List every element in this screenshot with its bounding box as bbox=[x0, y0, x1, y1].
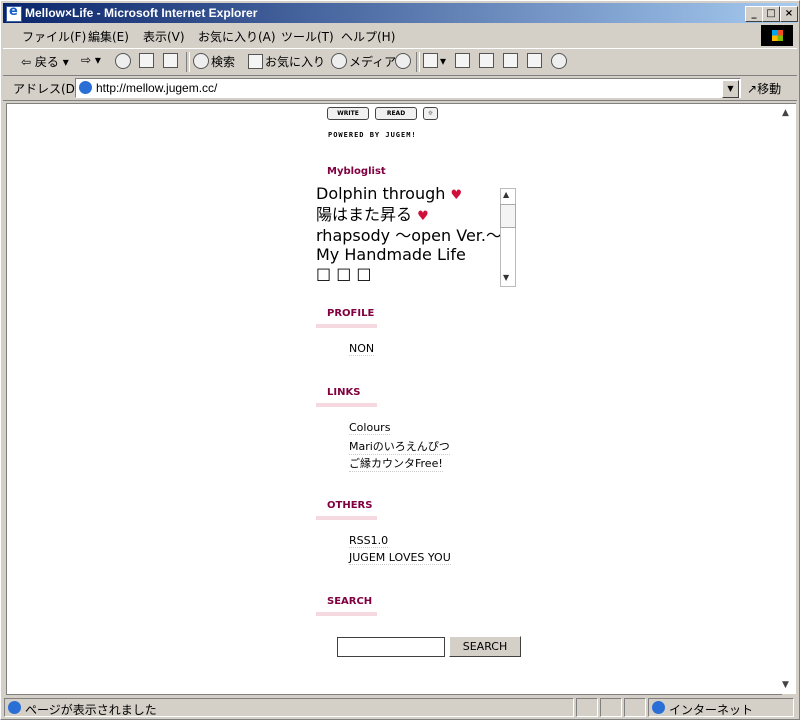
list-item[interactable]: □ □ □ bbox=[316, 264, 516, 283]
list-item[interactable]: My Handmade Life bbox=[316, 245, 516, 264]
menu-edit[interactable]: 編集(E) bbox=[88, 28, 129, 45]
link-mari[interactable]: Mariのいろえんぴつ bbox=[349, 438, 450, 455]
discuss-icon bbox=[503, 53, 518, 68]
read-button[interactable]: READ bbox=[375, 107, 417, 120]
go-arrow-icon: ↗ bbox=[747, 82, 758, 96]
menu-favorites[interactable]: お気に入り(A) bbox=[198, 28, 276, 45]
link-rss[interactable]: RSS1.0 bbox=[349, 534, 389, 548]
heading-underline bbox=[316, 612, 377, 616]
toolbar: ⇦ 戻る ▾ ⇨ ▾ 検索 お気に入り メディア ▾ bbox=[3, 48, 797, 76]
list-item[interactable]: rhapsody ～open Ver.～ bbox=[316, 226, 516, 245]
address-label: アドレス(D) bbox=[13, 82, 80, 96]
menu-tools[interactable]: ツール(T) bbox=[281, 28, 334, 45]
write-button[interactable]: WRITE bbox=[327, 107, 369, 120]
menu-view[interactable]: 表示(V) bbox=[143, 28, 185, 45]
windows-logo-icon bbox=[761, 25, 793, 46]
list-item[interactable]: 陽はまた昇る ♥ bbox=[316, 205, 516, 226]
powered-by: POWERED BY JUGEM! bbox=[328, 131, 417, 139]
heading-underline bbox=[316, 324, 377, 328]
print-icon bbox=[455, 53, 470, 68]
address-url: http://mellow.jugem.cc/ bbox=[96, 81, 218, 95]
page-scrollbar[interactable]: ▲ ▼ bbox=[780, 103, 796, 694]
list-item[interactable]: Dolphin through ♥ bbox=[316, 184, 516, 205]
search-input[interactable] bbox=[337, 637, 445, 657]
discuss-button[interactable] bbox=[503, 53, 520, 68]
menu-bar: ファイル(F) 編集(E) 表示(V) お気に入り(A) ツール(T) ヘルプ(… bbox=[3, 25, 797, 46]
back-button[interactable]: ⇦ 戻る ▾ bbox=[21, 53, 69, 70]
search-icon bbox=[193, 53, 209, 69]
browser-window: Mellow×Life - Microsoft Internet Explore… bbox=[0, 0, 800, 720]
media-icon bbox=[331, 53, 347, 69]
history-icon bbox=[395, 53, 411, 69]
heading-underline bbox=[316, 516, 377, 520]
history-button[interactable] bbox=[395, 53, 413, 69]
title-bar: Mellow×Life - Microsoft Internet Explore… bbox=[3, 3, 798, 23]
refresh-button[interactable] bbox=[139, 53, 156, 68]
links-heading: LINKS bbox=[327, 387, 361, 398]
scroll-down-icon[interactable]: ▼ bbox=[503, 273, 509, 282]
close-button[interactable]: × bbox=[780, 6, 798, 22]
edit-icon bbox=[479, 53, 494, 68]
forward-button[interactable]: ⇨ ▾ bbox=[81, 53, 101, 67]
mybloglist-box: Dolphin through ♥ 陽はまた昇る ♥ rhapsody ～ope… bbox=[316, 184, 516, 286]
page-done-icon bbox=[8, 701, 21, 714]
search-submit-button[interactable]: SEARCH bbox=[449, 636, 521, 657]
link-counter[interactable]: ご縁カウンタFree! bbox=[349, 455, 443, 472]
menu-help[interactable]: ヘルプ(H) bbox=[341, 28, 395, 45]
stop-button[interactable] bbox=[115, 53, 133, 69]
page-icon bbox=[79, 81, 92, 94]
maximize-button[interactable]: □ bbox=[762, 6, 780, 22]
heading-underline bbox=[316, 403, 377, 407]
profile-name: NON bbox=[349, 342, 375, 356]
messenger-icon bbox=[551, 53, 567, 69]
zone-pane: インターネット bbox=[648, 698, 794, 717]
forward-arrow-icon: ⇨ bbox=[81, 53, 92, 67]
mail-button[interactable]: ▾ bbox=[423, 53, 446, 68]
status-bar: ページが表示されました インターネット bbox=[3, 697, 797, 717]
home-icon bbox=[163, 53, 178, 68]
research-button[interactable] bbox=[527, 53, 544, 68]
address-input[interactable]: http://mellow.jugem.cc/ ▼ bbox=[75, 78, 741, 98]
ie-icon bbox=[6, 4, 22, 22]
address-bar: アドレス(D) http://mellow.jugem.cc/ ▼ ↗移動 bbox=[3, 76, 797, 101]
settings-icon[interactable]: ☼ bbox=[423, 107, 438, 120]
print-button[interactable] bbox=[455, 53, 472, 68]
stop-icon bbox=[115, 53, 131, 69]
status-pane: ページが表示されました bbox=[4, 698, 574, 717]
page-content: WRITE READ ☼ POWERED BY JUGEM! Mybloglis… bbox=[6, 103, 782, 695]
link-jugem[interactable]: JUGEM LOVES YOU bbox=[349, 551, 451, 565]
mail-icon bbox=[423, 53, 438, 68]
scroll-down-icon[interactable]: ▼ bbox=[782, 680, 789, 690]
go-button[interactable]: ↗移動 bbox=[747, 80, 781, 97]
mybloglist-scrollbar[interactable]: ▲ ▼ bbox=[500, 188, 516, 287]
minimize-button[interactable]: _ bbox=[745, 6, 763, 22]
favorites-button[interactable]: お気に入り bbox=[248, 53, 325, 70]
search-button[interactable]: 検索 bbox=[193, 53, 235, 70]
heart-icon: ♥ bbox=[450, 188, 463, 203]
zone-text: インターネット bbox=[669, 703, 754, 717]
others-heading: OTHERS bbox=[327, 500, 373, 511]
search-heading: SEARCH bbox=[327, 596, 373, 607]
media-button[interactable]: メディア bbox=[331, 53, 396, 70]
scroll-up-icon[interactable]: ▲ bbox=[503, 190, 509, 199]
messenger-button[interactable] bbox=[551, 53, 569, 69]
favorites-icon bbox=[248, 54, 263, 69]
profile-heading: PROFILE bbox=[327, 308, 375, 319]
refresh-icon bbox=[139, 53, 154, 68]
menu-file[interactable]: ファイル(F) bbox=[22, 28, 86, 45]
status-text: ページが表示されました bbox=[25, 703, 157, 717]
back-arrow-icon: ⇦ bbox=[21, 55, 32, 69]
address-dropdown-button[interactable]: ▼ bbox=[722, 80, 739, 98]
edit-button[interactable] bbox=[479, 53, 496, 68]
heart-icon: ♥ bbox=[417, 209, 429, 224]
home-button[interactable] bbox=[163, 53, 180, 68]
scroll-thumb[interactable] bbox=[500, 204, 516, 228]
globe-icon bbox=[652, 701, 665, 714]
research-icon bbox=[527, 53, 542, 68]
link-colours[interactable]: Colours bbox=[349, 421, 391, 435]
mybloglist-heading: Mybloglist bbox=[327, 166, 386, 177]
scroll-up-icon[interactable]: ▲ bbox=[782, 108, 789, 118]
window-title: Mellow×Life - Microsoft Internet Explore… bbox=[25, 6, 258, 20]
